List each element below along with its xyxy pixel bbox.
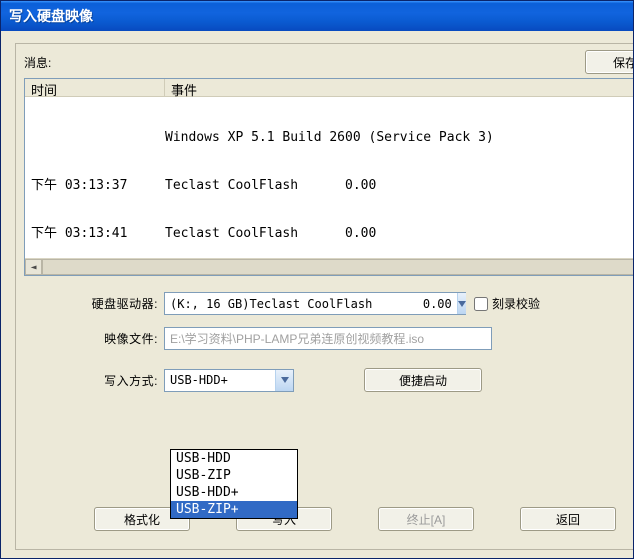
button-bar: 格式化 写入 终止[A] 返回 <box>16 507 634 531</box>
chevron-down-icon[interactable] <box>275 370 293 391</box>
horizontal-scrollbar[interactable]: ◄ ► <box>25 258 634 275</box>
option-usb-hdd[interactable]: USB-HDD <box>171 450 297 467</box>
message-label: 消息: <box>24 54 51 71</box>
abort-button[interactable]: 终止[A] <box>378 507 474 531</box>
verify-checkbox[interactable]: 刻录校验 <box>474 295 540 312</box>
write-method-dropdown[interactable]: USB-HDD USB-ZIP USB-HDD+ USB-ZIP+ <box>170 449 298 519</box>
main-panel: 消息: 保存 时间 事件 Windows XP 5.1 Build 2600 (… <box>15 43 634 550</box>
log-rows: Windows XP 5.1 Build 2600 (Service Pack … <box>25 97 634 275</box>
return-button-label: 返回 <box>556 511 580 528</box>
verify-checkbox-input[interactable] <box>474 297 488 311</box>
log-list[interactable]: 时间 事件 Windows XP 5.1 Build 2600 (Service… <box>24 78 634 276</box>
image-file-label: 映像文件: <box>24 330 164 347</box>
quick-boot-button[interactable]: 便捷启动 <box>364 368 482 392</box>
form-area: 硬盘驱动器: (K:, 16 GB)Teclast CoolFlash 0.00… <box>16 276 634 392</box>
dialog-window: 写入硬盘映像 消息: 保存 时间 事件 Windows XP 5.1 Bu <box>0 0 634 559</box>
write-method-label: 写入方式: <box>24 372 164 389</box>
drive-value: (K:, 16 GB)Teclast CoolFlash 0.00 <box>165 297 457 311</box>
verify-label: 刻录校验 <box>492 295 540 312</box>
image-file-field[interactable]: E:\学习资料\PHP-LAMP兄弟连原创视频教程.iso <box>164 327 492 350</box>
return-button[interactable]: 返回 <box>520 507 616 531</box>
chevron-down-icon[interactable] <box>457 293 466 314</box>
option-usb-zipp[interactable]: USB-ZIP+ <box>171 501 297 518</box>
abort-button-label: 终止[A] <box>407 511 446 528</box>
scroll-left-icon[interactable]: ◄ <box>25 259 42 275</box>
window-title: 写入硬盘映像 <box>9 6 93 26</box>
log-header: 时间 事件 <box>25 79 634 97</box>
titlebar[interactable]: 写入硬盘映像 <box>1 1 633 31</box>
drive-combobox[interactable]: (K:, 16 GB)Teclast CoolFlash 0.00 <box>164 292 466 315</box>
write-method-value: USB-HDD+ <box>165 373 275 387</box>
save-button-label: 保存 <box>613 54 634 71</box>
scroll-track[interactable] <box>42 259 634 275</box>
format-button-label: 格式化 <box>124 511 160 528</box>
list-item[interactable]: 下午 03:13:41 Teclast CoolFlash 0.00 <box>25 226 634 242</box>
save-button[interactable]: 保存 <box>585 50 634 74</box>
quick-boot-label: 便捷启动 <box>399 372 447 389</box>
client-area: 消息: 保存 时间 事件 Windows XP 5.1 Build 2600 (… <box>1 31 633 558</box>
option-usb-zip[interactable]: USB-ZIP <box>171 467 297 484</box>
list-item[interactable]: Windows XP 5.1 Build 2600 (Service Pack … <box>25 130 634 146</box>
option-usb-hddp[interactable]: USB-HDD+ <box>171 484 297 501</box>
log-col-event[interactable]: 事件 <box>165 79 634 96</box>
drive-label: 硬盘驱动器: <box>24 295 164 312</box>
list-item[interactable]: 下午 03:13:37 Teclast CoolFlash 0.00 <box>25 178 634 194</box>
log-col-time[interactable]: 时间 <box>25 79 165 96</box>
image-file-value: E:\学习资料\PHP-LAMP兄弟连原创视频教程.iso <box>170 330 424 347</box>
write-method-combobox[interactable]: USB-HDD+ <box>164 369 294 392</box>
scroll-thumb[interactable] <box>42 259 634 275</box>
